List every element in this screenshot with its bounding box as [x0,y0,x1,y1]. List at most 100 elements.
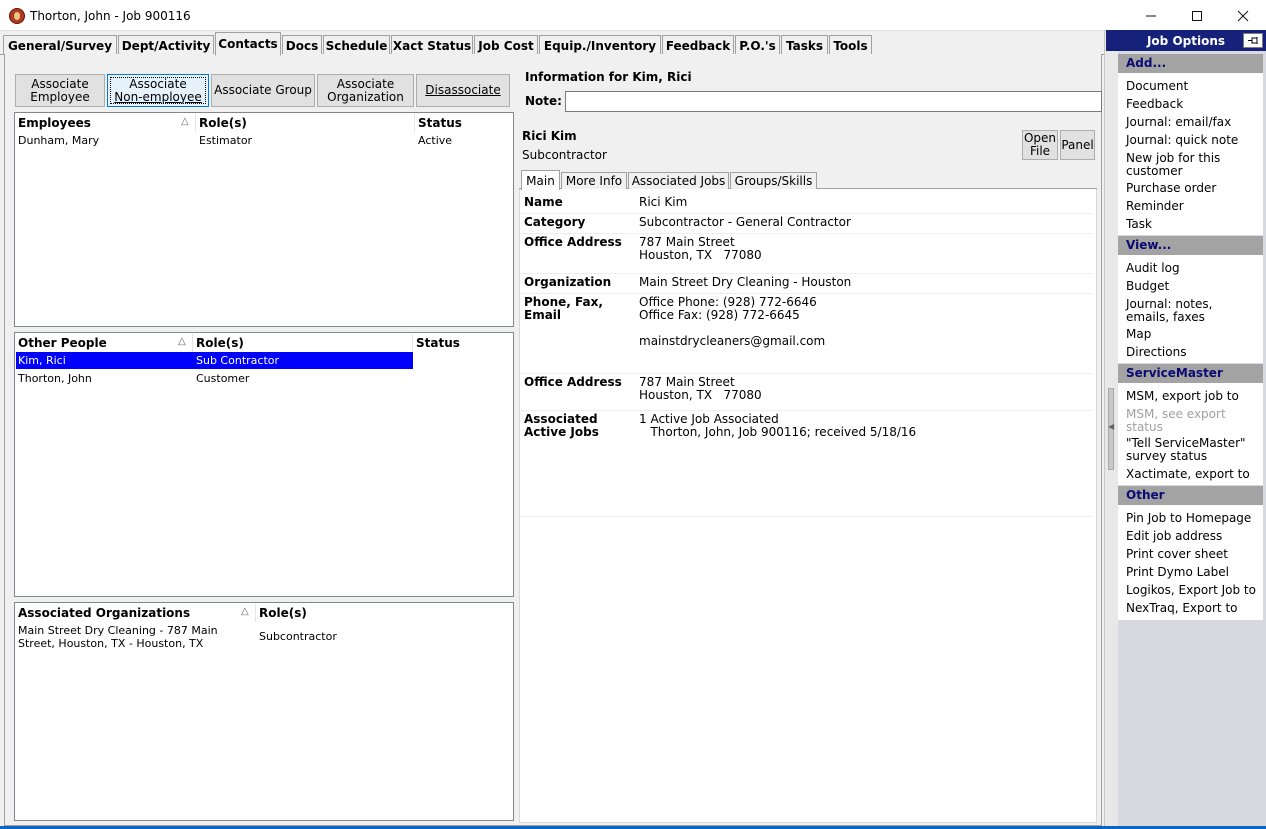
tab-pos[interactable]: P.O.'s [735,35,780,55]
nextraq-export-link[interactable]: NexTraq, Export to [1126,602,1256,615]
status-column-header[interactable]: Status [418,116,462,130]
tab-equip-inventory[interactable]: Equip./Inventory [539,35,661,55]
section-header-view[interactable]: View... [1118,236,1263,255]
roles-column-header[interactable]: Role(s) [199,116,247,130]
column-divider[interactable] [195,114,196,132]
view-budget-link[interactable]: Budget [1126,280,1256,293]
associated-organizations-list[interactable]: Associated Organizations △ Role(s) Main … [14,602,514,821]
msm-see-export-status-link: MSM, see export status [1126,407,1226,434]
sort-ascending-icon: △ [241,606,249,617]
person-name: Kim, Rici [18,354,66,367]
add-reminder-link[interactable]: Reminder [1126,200,1256,213]
tab-docs[interactable]: Docs [282,35,322,55]
add-task-link[interactable]: Task [1126,218,1256,231]
add-purchase-order-link[interactable]: Purchase order [1126,182,1256,195]
person-name: Thorton, John [18,372,92,385]
window-title: Thorton, John - Job 900116 [30,9,191,23]
button-label: Associate [31,76,89,91]
add-new-job-link[interactable]: New job for this customer [1126,152,1256,178]
logikos-export-link[interactable]: Logikos, Export Job to [1126,584,1256,597]
section-title: Other [1126,488,1165,502]
detail-row-name: Name Rici Kim [520,194,1092,214]
panel-button[interactable]: Panel [1060,130,1095,160]
associate-employee-button[interactable]: Associate Employee [15,74,105,107]
tab-general-survey[interactable]: General/Survey [3,35,117,55]
tab-tools[interactable]: Tools [829,35,872,55]
section-header-other[interactable]: Other [1118,486,1263,505]
detail-value: Rici Kim [639,195,688,209]
open-file-button[interactable]: Open File [1022,130,1058,160]
pin-button[interactable] [1243,33,1263,48]
tab-contacts[interactable]: Contacts [215,32,281,56]
button-label: Associate [336,76,395,91]
tell-servicemaster-survey-link[interactable]: "Tell ServiceMaster" survey status [1126,437,1256,463]
add-feedback-link[interactable]: Feedback [1126,98,1256,111]
organization-name: Street, Houston, TX - Houston, TX [18,637,204,650]
detail-row-contact-info: Phone, Fax, Email Office Phone: (928) 77… [520,294,1092,374]
column-divider[interactable] [255,604,256,622]
tab-dept-activity[interactable]: Dept/Activity [118,35,214,55]
column-divider[interactable] [412,334,413,352]
add-journal-quick-note-link[interactable]: Journal: quick note [1126,134,1256,147]
print-cover-sheet-link[interactable]: Print cover sheet [1126,548,1256,561]
associate-group-button[interactable]: Associate Group [211,74,315,107]
maximize-button[interactable] [1174,0,1220,31]
detail-label: Office Address [524,375,622,389]
panel-splitter[interactable]: ◀ [1104,30,1118,828]
button-label: Disassociate [425,83,501,97]
detail-row-category: Category Subcontractor - General Contrac… [520,214,1092,234]
associate-non-employee-button[interactable]: Associate Non-employee [107,74,209,107]
organizations-column-header[interactable]: Associated Organizations [18,606,190,620]
other-people-column-header[interactable]: Other People [18,336,107,350]
subtab-main[interactable]: Main [521,170,560,190]
title-bar: Thorton, John - Job 900116 [0,0,1266,31]
subtab-more-info[interactable]: More Info [561,172,627,189]
add-document-link[interactable]: Document [1126,80,1256,93]
view-map-link[interactable]: Map [1126,328,1256,341]
subtab-associated-jobs[interactable]: Associated Jobs [628,172,729,189]
column-divider[interactable] [192,334,193,352]
collapse-arrow-icon[interactable]: ◀ [1108,422,1114,431]
detail-label: Office Address [524,235,622,249]
organization-role: Subcontractor [259,630,337,643]
roles-column-header[interactable]: Role(s) [196,336,244,350]
disassociate-button[interactable]: Disassociate [416,74,510,107]
minimize-button[interactable] [1128,0,1174,31]
person-role: Customer [196,372,250,385]
tab-feedback[interactable]: Feedback [662,35,734,55]
detail-row-office-address-2: Office Address 787 Main Street Houston, … [520,374,1092,411]
employees-column-header[interactable]: Employees [18,116,91,130]
section-header-add[interactable]: Add... [1118,54,1263,73]
tab-schedule[interactable]: Schedule [323,35,390,55]
detail-value: Main Street Dry Cleaning - Houston [639,275,852,289]
add-journal-email-fax-link[interactable]: Journal: email/fax [1126,116,1256,129]
view-journal-link[interactable]: Journal: notes, emails, faxes [1126,298,1256,324]
tab-tasks[interactable]: Tasks [781,35,828,55]
tab-xact-status[interactable]: Xact Status [391,35,473,55]
contact-subtab-strip: Main More Info Associated Jobs Groups/Sk… [519,170,1097,190]
employees-list[interactable]: Employees △ Role(s) Status Dunham, Mary … [14,112,514,327]
tab-job-cost[interactable]: Job Cost [474,35,538,55]
button-label: File [1029,144,1051,158]
edit-job-address-link[interactable]: Edit job address [1126,530,1256,543]
roles-column-header[interactable]: Role(s) [259,606,307,620]
status-column-header[interactable]: Status [416,336,460,350]
button-label: Open [1023,131,1057,145]
column-divider[interactable] [414,114,415,132]
close-button[interactable] [1220,0,1266,31]
xactimate-export-link[interactable]: Xactimate, export to [1126,468,1256,481]
pin-job-homepage-link[interactable]: Pin Job to Homepage [1126,512,1256,525]
associate-organization-button[interactable]: Associate Organization [317,74,414,107]
detail-value: 787 Main Street Houston, TX 77080 [639,235,762,262]
subtab-groups-skills[interactable]: Groups/Skills [730,172,817,189]
view-directions-link[interactable]: Directions [1126,346,1256,359]
print-dymo-label-link[interactable]: Print Dymo Label [1126,566,1256,579]
section-title: ServiceMaster [1126,366,1223,380]
section-header-servicemaster[interactable]: ServiceMaster [1118,364,1263,383]
table-row-selected[interactable]: Kim, Rici Sub Contractor [16,352,413,369]
detail-row-associated-jobs: Associated Active Jobs 1 Active Job Asso… [520,411,1092,517]
other-people-list[interactable]: Other People △ Role(s) Status Kim, Rici … [14,332,514,597]
note-input[interactable] [565,91,1102,112]
view-audit-log-link[interactable]: Audit log [1126,262,1256,275]
msm-export-job-link[interactable]: MSM, export job to [1126,390,1256,403]
